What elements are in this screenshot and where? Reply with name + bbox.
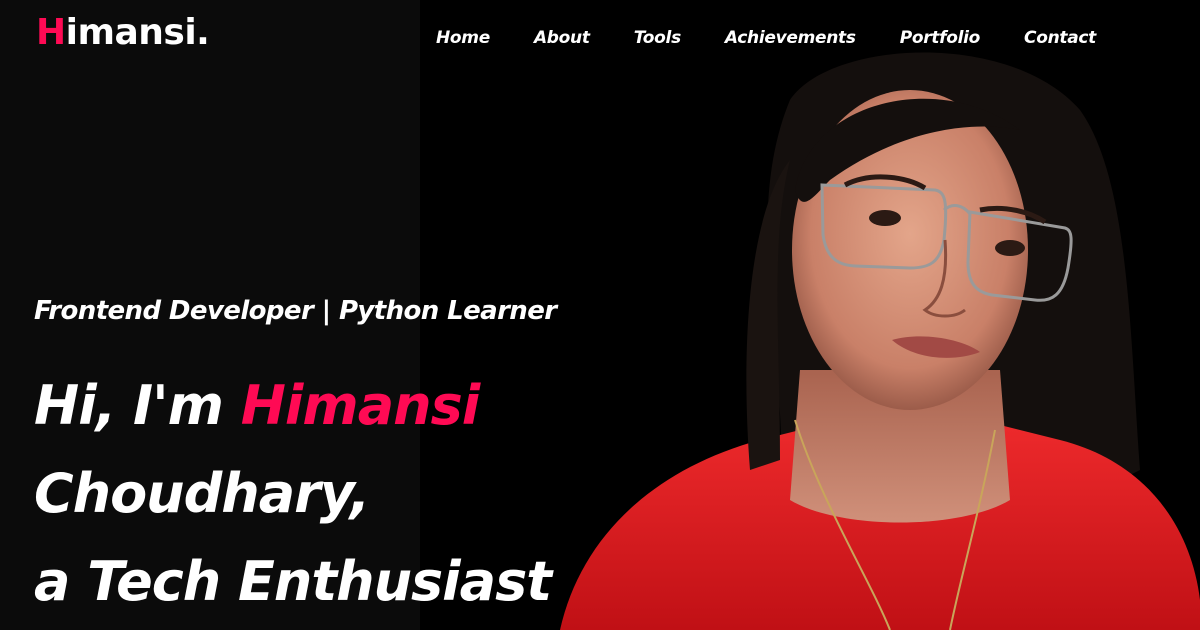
headline-greeting: Hi, I'm — [34, 374, 241, 437]
nav-link-about[interactable]: About — [534, 28, 590, 48]
logo-initial: H — [36, 12, 66, 53]
headline-tagline: a Tech Enthusiast — [34, 550, 552, 613]
logo-text: imansi. — [65, 12, 210, 53]
profile-photo — [560, 52, 1200, 630]
hero-subtitle: Frontend Developer | Python Learner — [34, 296, 557, 326]
nav-link-achievements[interactable]: Achievements — [725, 28, 856, 48]
nav-link-portfolio[interactable]: Portfolio — [900, 28, 981, 48]
headline-first-name: Himansi — [240, 374, 481, 437]
headline-last-name: Choudhary, — [34, 462, 370, 525]
main-nav: Home About Tools Achievements Portfolio … — [436, 28, 1096, 48]
nav-link-home[interactable]: Home — [436, 28, 490, 48]
site-logo[interactable]: Himansi. — [36, 12, 210, 53]
headline-line-1: Hi, I'm Himansi — [34, 362, 551, 450]
hero-headline: Hi, I'm Himansi Choudhary, a Tech Enthus… — [34, 362, 552, 626]
nav-link-tools[interactable]: Tools — [634, 28, 682, 48]
nav-link-contact[interactable]: Contact — [1024, 28, 1096, 48]
